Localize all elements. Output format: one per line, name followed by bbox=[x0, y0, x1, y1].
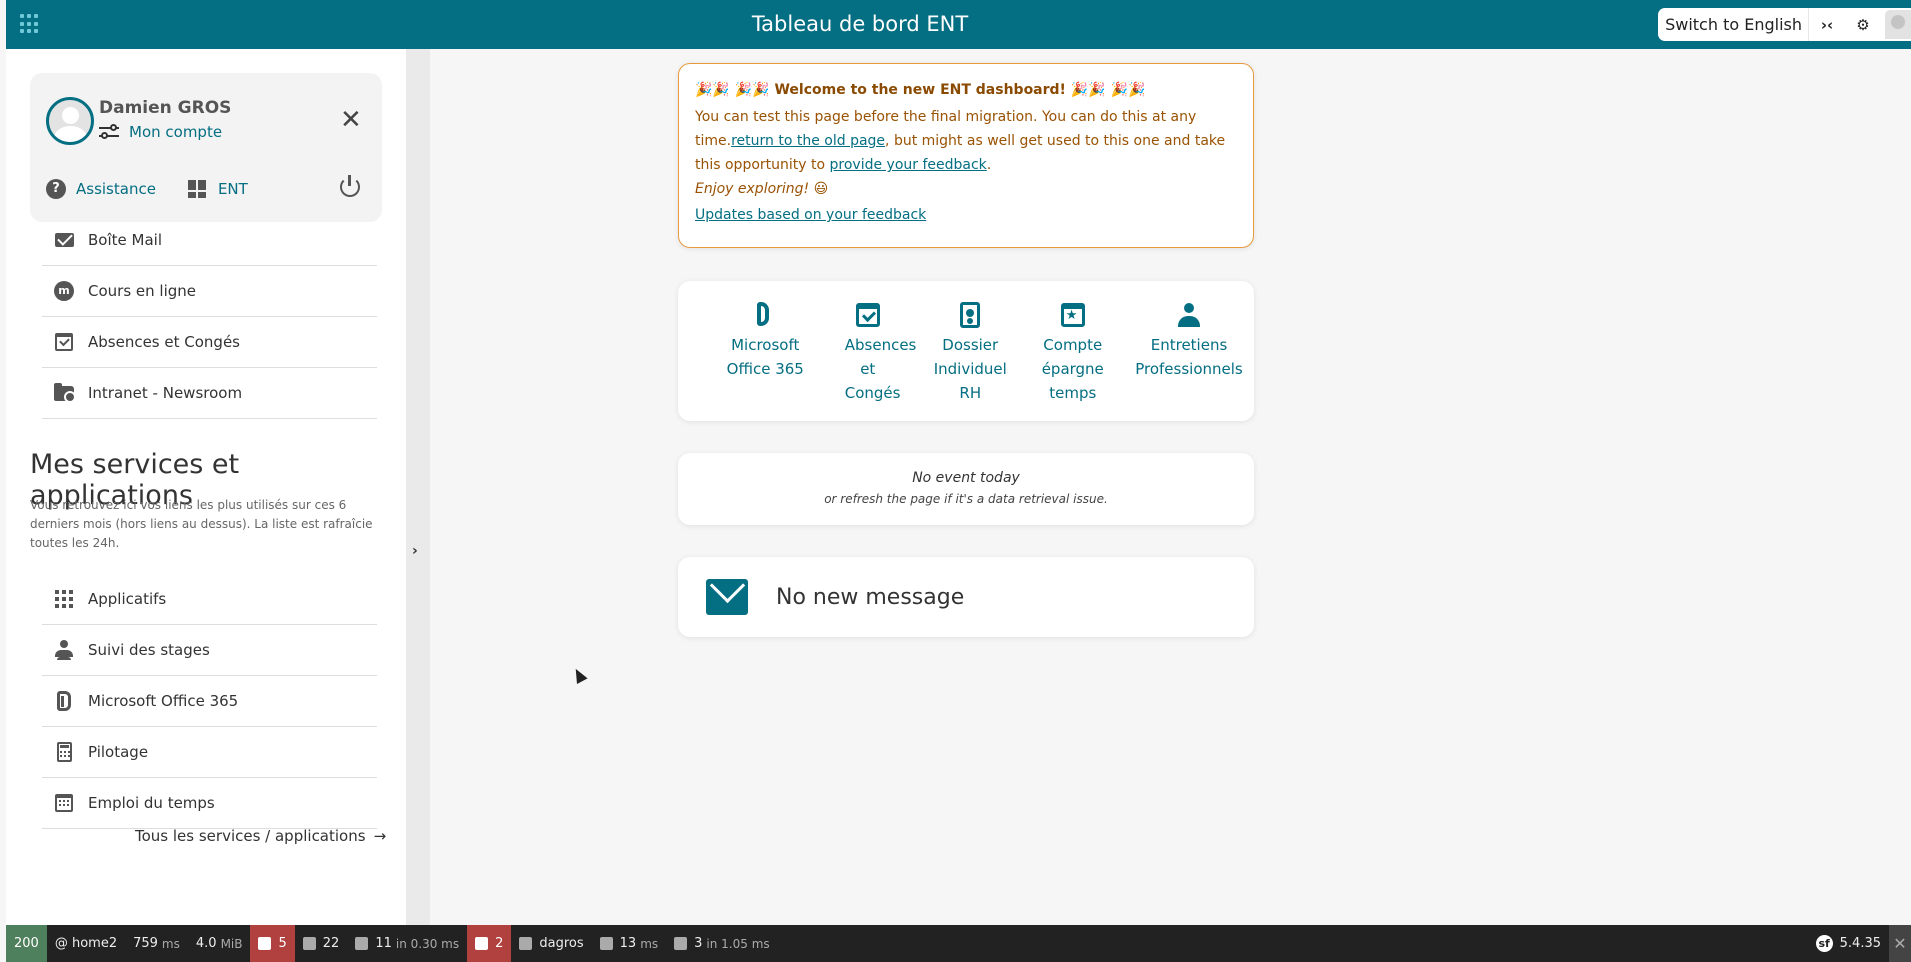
old-page-link[interactable]: return to the old page bbox=[731, 133, 885, 149]
route-name[interactable]: @ home2 bbox=[47, 925, 125, 962]
top-bar: Tableau de bord ENT Switch to English ›‹… bbox=[6, 0, 1911, 49]
security-panel[interactable]: dagros bbox=[511, 925, 591, 962]
id-badge-icon bbox=[957, 301, 983, 329]
logs-panel[interactable]: 22 bbox=[295, 925, 348, 962]
symfony-version[interactable]: sf 5.4.35 bbox=[1808, 925, 1889, 962]
nav-item-boite-mail[interactable]: Boîte Mail bbox=[42, 215, 377, 266]
shortcut-office365[interactable]: Microsoft Office 365 bbox=[714, 281, 817, 421]
sidebar-toggle-gutter[interactable]: › bbox=[406, 49, 430, 925]
memory-usage[interactable]: 4.0 MiB bbox=[188, 925, 251, 962]
service-item-emploi-du-temps[interactable]: Emploi du temps bbox=[42, 778, 377, 829]
nav-item-absences[interactable]: Absences et Congés bbox=[42, 317, 377, 368]
collapse-icon[interactable]: ›‹ bbox=[1809, 16, 1845, 34]
service-item-suivi-stages[interactable]: Suivi des stages bbox=[42, 625, 377, 676]
logs-icon bbox=[302, 937, 316, 950]
mail-icon bbox=[706, 579, 748, 615]
folder-lock-icon bbox=[54, 382, 76, 403]
enjoy-text: Enjoy exploring! 😃 bbox=[695, 181, 829, 197]
shortcut-compte-epargne[interactable]: Compte épargne temps bbox=[1022, 281, 1125, 421]
cache-icon bbox=[674, 937, 688, 950]
service-item-office365[interactable]: Microsoft Office 365 bbox=[42, 676, 377, 727]
service-item-pilotage[interactable]: Pilotage bbox=[42, 727, 377, 778]
power-icon[interactable] bbox=[340, 175, 360, 197]
user-name: Damien GROS bbox=[99, 98, 232, 118]
my-account-link[interactable]: Mon compte bbox=[99, 123, 222, 141]
dashboard-icon bbox=[187, 180, 206, 198]
ent-link[interactable]: ENT bbox=[187, 180, 248, 198]
person-desk-icon bbox=[54, 640, 74, 660]
mail-icon bbox=[54, 230, 74, 250]
user-avatar bbox=[46, 97, 94, 145]
database-icon bbox=[355, 937, 369, 950]
twig-icon bbox=[599, 937, 613, 950]
nav-item-cours-en-ligne[interactable]: m Cours en ligne bbox=[42, 266, 377, 317]
user-card: Damien GROS Mon compte ✕ ? Assistance EN… bbox=[30, 73, 382, 222]
shortcuts-card: Microsoft Office 365 Absences et Congés … bbox=[678, 281, 1254, 421]
all-services-link[interactable]: Tous les services / applications → bbox=[135, 827, 386, 845]
calendar-check-icon bbox=[855, 301, 881, 329]
sidebar: Damien GROS Mon compte ✕ ? Assistance EN… bbox=[6, 49, 406, 925]
page-title: Tableau de bord ENT bbox=[751, 12, 969, 36]
nav-item-intranet[interactable]: Intranet - Newsroom bbox=[42, 368, 377, 419]
calendar-check-icon bbox=[54, 332, 74, 352]
close-icon[interactable]: ✕ bbox=[340, 107, 362, 133]
calendar-icon bbox=[54, 793, 74, 813]
office-icon bbox=[752, 301, 778, 329]
my-account-label: Mon compte bbox=[129, 123, 223, 141]
translation-icon bbox=[475, 937, 489, 950]
messages-card[interactable]: No new message bbox=[678, 557, 1254, 637]
services-description: Vous retrouvez ici vos liens les plus ut… bbox=[30, 498, 373, 550]
header-actions: Switch to English ›‹ ⚙ bbox=[1658, 8, 1911, 41]
moodle-icon: m bbox=[54, 281, 74, 301]
events-card: No event today or refresh the page if it… bbox=[678, 453, 1254, 525]
arrow-right-icon: → bbox=[373, 827, 387, 845]
service-item-applicatifs[interactable]: Applicatifs bbox=[42, 574, 377, 625]
assistance-link[interactable]: ? Assistance bbox=[46, 179, 156, 199]
db-panel[interactable]: 11 in 0.30 ms bbox=[347, 925, 467, 962]
mouse-cursor-icon bbox=[570, 666, 588, 684]
office-icon bbox=[54, 691, 74, 711]
calendar-star-icon bbox=[1060, 301, 1086, 329]
debug-toolbar: 200 @ home2 759 ms 4.0 MiB 5 22 11 in 0.30 … bbox=[6, 925, 1911, 962]
forms-panel[interactable]: 5 bbox=[250, 925, 295, 962]
header-avatar[interactable] bbox=[1885, 10, 1911, 39]
shortcut-entretiens[interactable]: Entretiens Professionnels bbox=[1124, 281, 1254, 421]
status-code[interactable]: 200 bbox=[6, 925, 47, 962]
help-icon: ? bbox=[46, 179, 66, 199]
shortcut-absences[interactable]: Absences et Congés bbox=[817, 281, 920, 421]
settings-gear-icon[interactable]: ⚙ bbox=[1845, 16, 1881, 34]
services-list: Applicatifs Suivi des stages Microsoft O… bbox=[42, 574, 377, 829]
feedback-link[interactable]: provide your feedback bbox=[830, 157, 987, 173]
apps-grid-icon bbox=[54, 589, 74, 609]
welcome-banner: 🎉🎉 🎉🎉 Welcome to the new ENT dashboard! … bbox=[678, 63, 1254, 248]
form-icon bbox=[258, 937, 272, 950]
symfony-logo-icon: sf bbox=[1815, 935, 1833, 952]
sliders-icon bbox=[99, 124, 119, 140]
shortcut-dossier-rh[interactable]: Dossier Individuel RH bbox=[919, 281, 1022, 421]
cache-panel[interactable]: 3 in 1.05 ms bbox=[666, 925, 778, 962]
translation-panel[interactable]: 2 bbox=[467, 925, 512, 962]
calculator-icon bbox=[54, 742, 74, 762]
refresh-hint: or refresh the page if it's a data retri… bbox=[824, 492, 1108, 506]
switch-language-button[interactable]: Switch to English bbox=[1663, 15, 1808, 34]
updates-feedback-link[interactable]: Updates based on your feedback bbox=[695, 207, 926, 223]
no-message-text: No new message bbox=[776, 584, 965, 610]
professional-icon bbox=[1176, 301, 1202, 329]
welcome-heading: 🎉🎉 🎉🎉 Welcome to the new ENT dashboard! … bbox=[695, 82, 1146, 98]
no-event-text: No event today bbox=[912, 470, 1020, 486]
nav-top-list: Boîte Mail m Cours en ligne Absences et … bbox=[42, 215, 377, 419]
request-time[interactable]: 759 ms bbox=[125, 925, 188, 962]
user-icon bbox=[519, 937, 533, 950]
toolbar-close-icon[interactable]: ✕ bbox=[1889, 925, 1911, 962]
chevron-right-icon[interactable]: › bbox=[412, 543, 418, 559]
twig-panel[interactable]: 13 ms bbox=[592, 925, 667, 962]
